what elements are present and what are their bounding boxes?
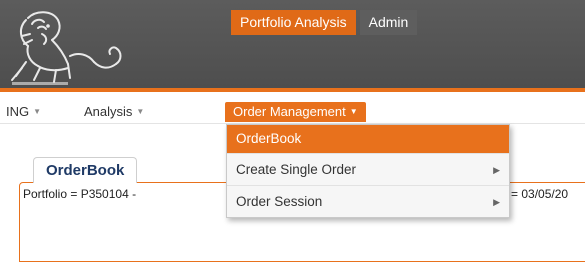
menu-analysis-label: Analysis [84, 104, 133, 119]
menu-item-orderbook[interactable]: OrderBook [227, 125, 509, 153]
menu-item-create-single-order-label: Create Single Order [236, 162, 357, 177]
main-menubar: ING ▼ Analysis ▼ Order Management ▼ [0, 92, 585, 124]
tab-admin[interactable]: Admin [359, 10, 418, 35]
ing-lion-logo[interactable] [8, 6, 136, 86]
menu-item-order-session-label: Order Session [236, 194, 323, 209]
menu-ing[interactable]: ING ▼ [6, 102, 41, 122]
app-header: Portfolio Analysis Admin [0, 0, 585, 88]
chevron-down-icon: ▼ [136, 107, 145, 116]
menu-item-orderbook-label: OrderBook [236, 131, 302, 146]
chevron-down-icon: ▼ [349, 107, 358, 116]
menu-item-create-single-order[interactable]: Create Single Order ▶ [227, 153, 509, 185]
menu-order-management[interactable]: Order Management ▼ [225, 102, 366, 122]
tab-portfolio-analysis[interactable]: Portfolio Analysis [231, 10, 356, 35]
app-tab-bar: Portfolio Analysis Admin [231, 10, 418, 35]
menu-analysis[interactable]: Analysis ▼ [84, 102, 144, 122]
date-filter-text: = 03/05/20 [511, 187, 569, 201]
chevron-right-icon: ▶ [493, 197, 500, 207]
menu-order-management-label: Order Management [233, 104, 346, 119]
chevron-down-icon: ▼ [33, 107, 42, 116]
menu-item-order-session[interactable]: Order Session ▶ [227, 185, 509, 217]
chevron-right-icon: ▶ [493, 165, 500, 175]
order-management-dropdown: OrderBook Create Single Order ▶ Order Se… [226, 124, 510, 218]
portfolio-filter-text: Portfolio = P350104 - [23, 187, 137, 201]
tab-orderbook[interactable]: OrderBook [33, 157, 138, 183]
menu-ing-label: ING [6, 104, 30, 119]
